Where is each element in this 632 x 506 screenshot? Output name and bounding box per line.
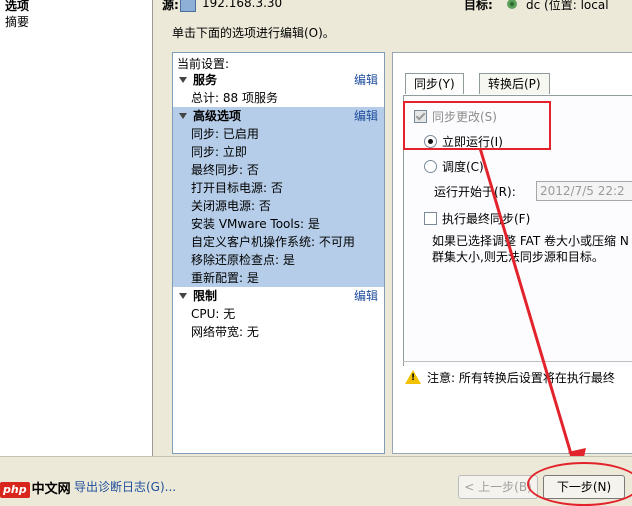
- source-value: 192.168.3.30: [202, 0, 283, 10]
- main-panel: 源: 192.168.3.30 目标: dc (位置: local 单击下面的选…: [154, 0, 632, 456]
- schedule-radio[interactable]: 调度(C): [424, 158, 484, 175]
- export-diagnostic-log-link[interactable]: 导出诊断日志(G)...: [74, 478, 176, 495]
- edit-link[interactable]: 编辑: [354, 287, 378, 305]
- edit-link[interactable]: 编辑: [354, 71, 378, 89]
- tab-sync[interactable]: 同步(Y): [405, 73, 464, 94]
- back-button[interactable]: < 上一步(B): [458, 475, 538, 499]
- section-title: 高级选项: [193, 109, 242, 123]
- collapse-arrow-icon[interactable]: [179, 77, 187, 83]
- instruction-text: 单击下面的选项进行编辑(O)。: [172, 26, 335, 40]
- warning-bar: ! 注意: 所有转换后设置将在执行最终: [403, 361, 632, 390]
- setting-item: 总计: 88 项服务: [191, 91, 278, 105]
- edit-link[interactable]: 编辑: [354, 107, 378, 125]
- setting-item: 同步: 已启用: [191, 127, 259, 141]
- watermark-logo: php: [0, 482, 30, 498]
- computer-icon: [180, 0, 196, 12]
- watermark: php 中文网: [0, 478, 71, 498]
- warning-text: 注意: 所有转换后设置将在执行最终: [427, 371, 615, 385]
- target-value: dc (位置: local: [526, 0, 609, 12]
- final-sync-checkbox[interactable]: 执行最终同步(F): [424, 210, 530, 227]
- setting-item: 同步: 立即: [191, 145, 247, 159]
- collapse-arrow-icon[interactable]: [179, 113, 187, 119]
- nav-item-options[interactable]: 选项: [5, 0, 29, 14]
- start-at-datetime-field[interactable]: 2012/7/5 22:2: [536, 181, 632, 201]
- setting-item: 自定义客户机操作系统: 不可用: [191, 235, 355, 249]
- tab-post-conversion[interactable]: 转换后(P): [479, 73, 550, 94]
- annotation-highlight-box: [403, 101, 551, 150]
- setting-item: CPU: 无: [191, 307, 236, 321]
- current-settings-list[interactable]: 当前设置: 服务 编辑 总计: 88 项服务 高级选项 编辑 同步: 已启用 同…: [172, 52, 385, 454]
- setting-item: 重新配置: 是: [191, 271, 259, 285]
- setting-item: 关闭源电源: 否: [191, 199, 271, 213]
- checkbox-icon[interactable]: [424, 212, 437, 225]
- section-title: 服务: [193, 73, 218, 87]
- section-advanced-options[interactable]: 高级选项 编辑: [173, 107, 384, 125]
- start-at-label: 运行开始于(R):: [434, 185, 516, 199]
- setting-item: 网络带宽: 无: [191, 325, 259, 339]
- radio-icon[interactable]: [424, 160, 437, 173]
- source-target-bar: 源: 192.168.3.30 目标: dc (位置: local: [154, 0, 632, 16]
- source-label: 源:: [162, 0, 179, 12]
- annotation-ellipse: [527, 462, 632, 506]
- nav-item-summary[interactable]: 摘要: [5, 13, 29, 30]
- vcenter-icon: [506, 0, 519, 10]
- setting-item: 最终同步: 否: [191, 163, 259, 177]
- target-label: 目标:: [464, 0, 493, 12]
- section-services[interactable]: 服务 编辑: [173, 71, 384, 89]
- setting-item: 打开目标电源: 否: [191, 181, 283, 195]
- setting-item: 移除还原检查点: 是: [191, 253, 295, 267]
- fat-resize-note: 如果已选择调整 FAT 卷大小或压缩 N 改群集大小,则无法同步源和目标。: [432, 234, 632, 264]
- section-limits[interactable]: 限制 编辑: [173, 287, 384, 305]
- watermark-text: 中文网: [31, 482, 71, 497]
- setting-item: 安装 VMware Tools: 是: [191, 217, 320, 231]
- warning-icon: !: [405, 370, 421, 384]
- collapse-arrow-icon[interactable]: [179, 293, 187, 299]
- left-nav-panel: 选项 摘要: [0, 0, 153, 456]
- section-title: 限制: [193, 289, 218, 303]
